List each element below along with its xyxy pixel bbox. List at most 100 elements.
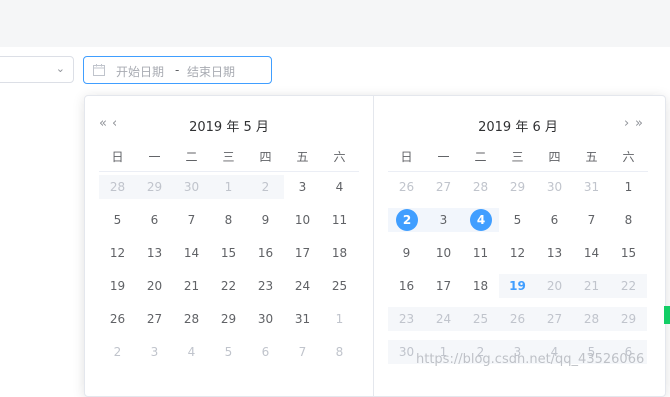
- day-cell[interactable]: 10: [425, 241, 462, 265]
- day-cell[interactable]: 29: [210, 307, 247, 331]
- day-cell[interactable]: 11: [321, 208, 358, 232]
- select-box[interactable]: ⌄: [0, 56, 74, 83]
- day-cell[interactable]: 9: [388, 241, 425, 265]
- day-cell[interactable]: 14: [573, 241, 610, 265]
- day-cell[interactable]: 12: [99, 241, 136, 265]
- day-cell[interactable]: 28: [173, 307, 210, 331]
- day-cell[interactable]: 29: [136, 175, 173, 199]
- day-cell[interactable]: 5: [210, 340, 247, 364]
- day-cell[interactable]: 16: [247, 241, 284, 265]
- day-cell[interactable]: 13: [536, 241, 573, 265]
- day-cell[interactable]: 19: [499, 274, 536, 298]
- day-cell[interactable]: 26: [388, 175, 425, 199]
- day-cell[interactable]: 5: [99, 208, 136, 232]
- right-month-panel: 2019 年 6 月 › » 日 一 二 三 四 五 六 26 27 28 29 30 3…: [374, 96, 662, 396]
- day-cell[interactable]: 15: [210, 241, 247, 265]
- day-cell[interactable]: 20: [136, 274, 173, 298]
- day-cell[interactable]: 28: [99, 175, 136, 199]
- day-cell[interactable]: 27: [136, 307, 173, 331]
- selected-day: 4: [470, 209, 492, 231]
- day-cell[interactable]: 9: [247, 208, 284, 232]
- day-cell[interactable]: 31: [573, 175, 610, 199]
- day-cell[interactable]: 13: [136, 241, 173, 265]
- day-cell[interactable]: 1: [210, 175, 247, 199]
- day-cell[interactable]: 2: [99, 340, 136, 364]
- day-cell[interactable]: 21: [173, 274, 210, 298]
- day-cell[interactable]: 22: [610, 274, 647, 298]
- day-cell[interactable]: 5: [499, 208, 536, 232]
- range-separator: -: [175, 63, 180, 77]
- day-cell[interactable]: 1: [321, 307, 358, 331]
- left-month-panel: « ‹ 2019 年 5 月 日 一 二 三 四 五 六 28 29 30 1 2 3 4 5…: [85, 96, 373, 396]
- day-cell[interactable]: 2: [247, 175, 284, 199]
- day-cell[interactable]: 3: [284, 175, 321, 199]
- day-cell[interactable]: 8: [321, 340, 358, 364]
- day-cell[interactable]: 10: [284, 208, 321, 232]
- day-cell[interactable]: 30: [173, 175, 210, 199]
- weekday-label: 日: [111, 150, 124, 164]
- day-cell[interactable]: 30: [536, 175, 573, 199]
- date-range-input[interactable]: 开始日期 - 结束日期: [83, 56, 272, 84]
- day-cell[interactable]: 21: [573, 274, 610, 298]
- day-cell[interactable]: 7: [173, 208, 210, 232]
- day-cell[interactable]: 18: [462, 274, 499, 298]
- day-cell[interactable]: 29: [610, 307, 647, 331]
- day-cell[interactable]: 8: [210, 208, 247, 232]
- weekday-label: 五: [585, 150, 598, 164]
- day-cell[interactable]: 27: [536, 307, 573, 331]
- day-cell[interactable]: 11: [462, 241, 499, 265]
- next-month-button[interactable]: ›: [624, 116, 629, 131]
- day-cell[interactable]: 2: [388, 208, 425, 232]
- weekday-divider: [99, 171, 359, 172]
- day-cell[interactable]: 25: [321, 274, 358, 298]
- day-cell[interactable]: 8: [610, 208, 647, 232]
- right-panel-title: 2019 年 6 月: [478, 120, 558, 135]
- day-cell[interactable]: 17: [425, 274, 462, 298]
- day-cell[interactable]: 3: [425, 208, 462, 232]
- day-cell[interactable]: 7: [284, 340, 321, 364]
- day-cell[interactable]: 16: [388, 274, 425, 298]
- day-cell[interactable]: 26: [99, 307, 136, 331]
- day-cell[interactable]: 23: [388, 307, 425, 331]
- day-cell[interactable]: 15: [610, 241, 647, 265]
- day-cell[interactable]: 4: [173, 340, 210, 364]
- day-cell[interactable]: 14: [173, 241, 210, 265]
- top-band: [0, 0, 670, 47]
- calendar-icon: [93, 64, 105, 76]
- day-cell[interactable]: 29: [499, 175, 536, 199]
- weekday-label: 三: [222, 150, 235, 164]
- day-cell[interactable]: 17: [284, 241, 321, 265]
- day-cell[interactable]: 1: [610, 175, 647, 199]
- day-cell[interactable]: 28: [573, 307, 610, 331]
- end-date-placeholder[interactable]: 结束日期: [187, 63, 235, 80]
- day-cell[interactable]: 24: [425, 307, 462, 331]
- day-cell[interactable]: 23: [247, 274, 284, 298]
- watermark: https://blog.csdn.net/qq_43526066: [416, 352, 645, 367]
- day-cell[interactable]: 31: [284, 307, 321, 331]
- day-cell[interactable]: 20: [536, 274, 573, 298]
- day-cell[interactable]: 24: [284, 274, 321, 298]
- start-date-placeholder[interactable]: 开始日期: [116, 63, 164, 80]
- weekday-label: 六: [622, 150, 635, 164]
- day-cell[interactable]: 3: [136, 340, 173, 364]
- day-cell[interactable]: 12: [499, 241, 536, 265]
- day-cell[interactable]: 7: [573, 208, 610, 232]
- left-panel-header: « ‹ 2019 年 5 月: [85, 116, 373, 135]
- weekday-label: 四: [548, 150, 561, 164]
- day-cell[interactable]: 22: [210, 274, 247, 298]
- day-cell[interactable]: 6: [136, 208, 173, 232]
- day-cell[interactable]: 30: [247, 307, 284, 331]
- day-cell[interactable]: 4: [321, 175, 358, 199]
- day-cell[interactable]: 25: [462, 307, 499, 331]
- day-cell[interactable]: 18: [321, 241, 358, 265]
- day-cell[interactable]: 28: [462, 175, 499, 199]
- day-cell[interactable]: 6: [536, 208, 573, 232]
- day-cell[interactable]: 6: [247, 340, 284, 364]
- day-cell[interactable]: 27: [425, 175, 462, 199]
- weekday-label: 四: [259, 150, 272, 164]
- day-cell[interactable]: 26: [499, 307, 536, 331]
- selected-day: 2: [396, 209, 418, 231]
- day-cell[interactable]: 19: [99, 274, 136, 298]
- next-year-button[interactable]: »: [635, 116, 643, 131]
- day-cell[interactable]: 4: [462, 208, 499, 232]
